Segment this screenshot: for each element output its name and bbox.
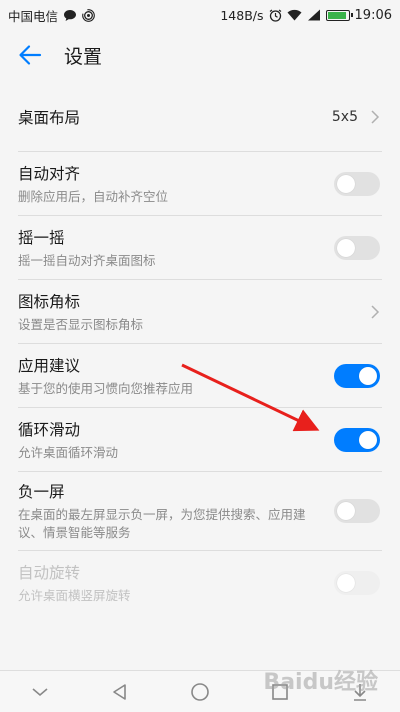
setting-title: 自动对齐 xyxy=(18,164,81,183)
setting-auto-rotate: 自动旋转 允许桌面横竖屏旋转 xyxy=(0,551,400,614)
setting-subtitle: 允许桌面循环滑动 xyxy=(18,444,119,460)
setting-title: 应用建议 xyxy=(18,356,81,375)
alarm-icon xyxy=(269,9,281,22)
toggle-knob xyxy=(359,366,377,385)
message-bubble-icon xyxy=(64,9,77,21)
setting-shake[interactable]: 摇一摇 摇一摇自动对齐桌面图标 xyxy=(0,216,400,279)
setting-title: 图标角标 xyxy=(18,292,81,311)
toggle-knob xyxy=(359,430,377,449)
setting-auto-align[interactable]: 自动对齐 删除应用后，自动补齐空位 xyxy=(0,152,400,215)
toggle-knob xyxy=(337,502,355,520)
back-arrow-icon[interactable] xyxy=(18,43,42,67)
setting-icon-badges[interactable]: 图标角标 设置是否显示图标角标 xyxy=(0,280,400,343)
auto-align-toggle[interactable] xyxy=(334,171,380,196)
setting-subtitle: 在桌面的最左屏显示负一屏，为您提供搜索、应用建议、情景智能等服务 xyxy=(18,507,306,540)
setting-loop-scroll[interactable]: 循环滑动 允许桌面循环滑动 xyxy=(0,408,400,471)
back-triangle-icon[interactable] xyxy=(109,681,131,703)
clock: 19:06 xyxy=(354,7,392,23)
battery-icon xyxy=(325,9,353,21)
network-speed: 148B/s xyxy=(220,7,264,23)
setting-desktop-layout[interactable]: 桌面布局 5x5 xyxy=(0,86,400,148)
loop-scroll-toggle[interactable] xyxy=(334,427,380,452)
setting-minus-one-screen[interactable]: 负一屏 在桌面的最左屏显示负一屏，为您提供搜索、应用建议、情景智能等服务 xyxy=(0,472,400,550)
home-circle-icon[interactable] xyxy=(189,681,211,703)
setting-app-suggestions[interactable]: 应用建议 基于您的使用习惯向您推荐应用 xyxy=(0,344,400,407)
app-suggestions-toggle[interactable] xyxy=(334,363,380,388)
setting-subtitle: 删除应用后，自动补齐空位 xyxy=(18,188,169,204)
chevron-right-icon xyxy=(371,304,380,319)
status-bar: 中国电信 148B/s 19:06 xyxy=(0,0,400,30)
setting-title: 摇一摇 xyxy=(18,228,65,247)
watermark: Baidu经验 xyxy=(263,670,378,695)
title-bar: 设置 xyxy=(0,30,400,80)
setting-subtitle: 摇一摇自动对齐桌面图标 xyxy=(18,252,156,268)
toggle-knob xyxy=(337,573,355,592)
setting-title: 自动旋转 xyxy=(18,563,81,582)
signal-icon xyxy=(307,9,320,21)
auto-rotate-toggle xyxy=(334,570,380,595)
setting-subtitle: 允许桌面横竖屏旋转 xyxy=(18,587,131,603)
setting-title: 循环滑动 xyxy=(18,420,81,439)
setting-title: 负一屏 xyxy=(18,483,65,501)
battery-level xyxy=(327,11,346,19)
toggle-knob xyxy=(337,238,355,257)
wifi-icon xyxy=(287,9,302,21)
hotspot-icon xyxy=(82,8,95,22)
layout-value: 5x5 xyxy=(331,109,358,125)
chevron-down-icon[interactable] xyxy=(29,681,51,703)
toggle-knob xyxy=(337,174,355,193)
settings-list: 桌面布局 5x5 自动对齐 删除应用后，自动补齐空位 摇一摇 摇一摇自动对齐桌面… xyxy=(0,86,400,614)
setting-title: 桌面布局 xyxy=(18,109,81,127)
carrier-label: 中国电信 xyxy=(8,8,59,24)
page-title: 设置 xyxy=(64,45,103,68)
chevron-right-icon xyxy=(371,110,380,124)
minus-one-screen-toggle[interactable] xyxy=(334,499,380,523)
setting-subtitle: 设置是否显示图标角标 xyxy=(18,316,144,332)
shake-toggle[interactable] xyxy=(334,235,380,260)
setting-subtitle: 基于您的使用习惯向您推荐应用 xyxy=(18,380,194,396)
